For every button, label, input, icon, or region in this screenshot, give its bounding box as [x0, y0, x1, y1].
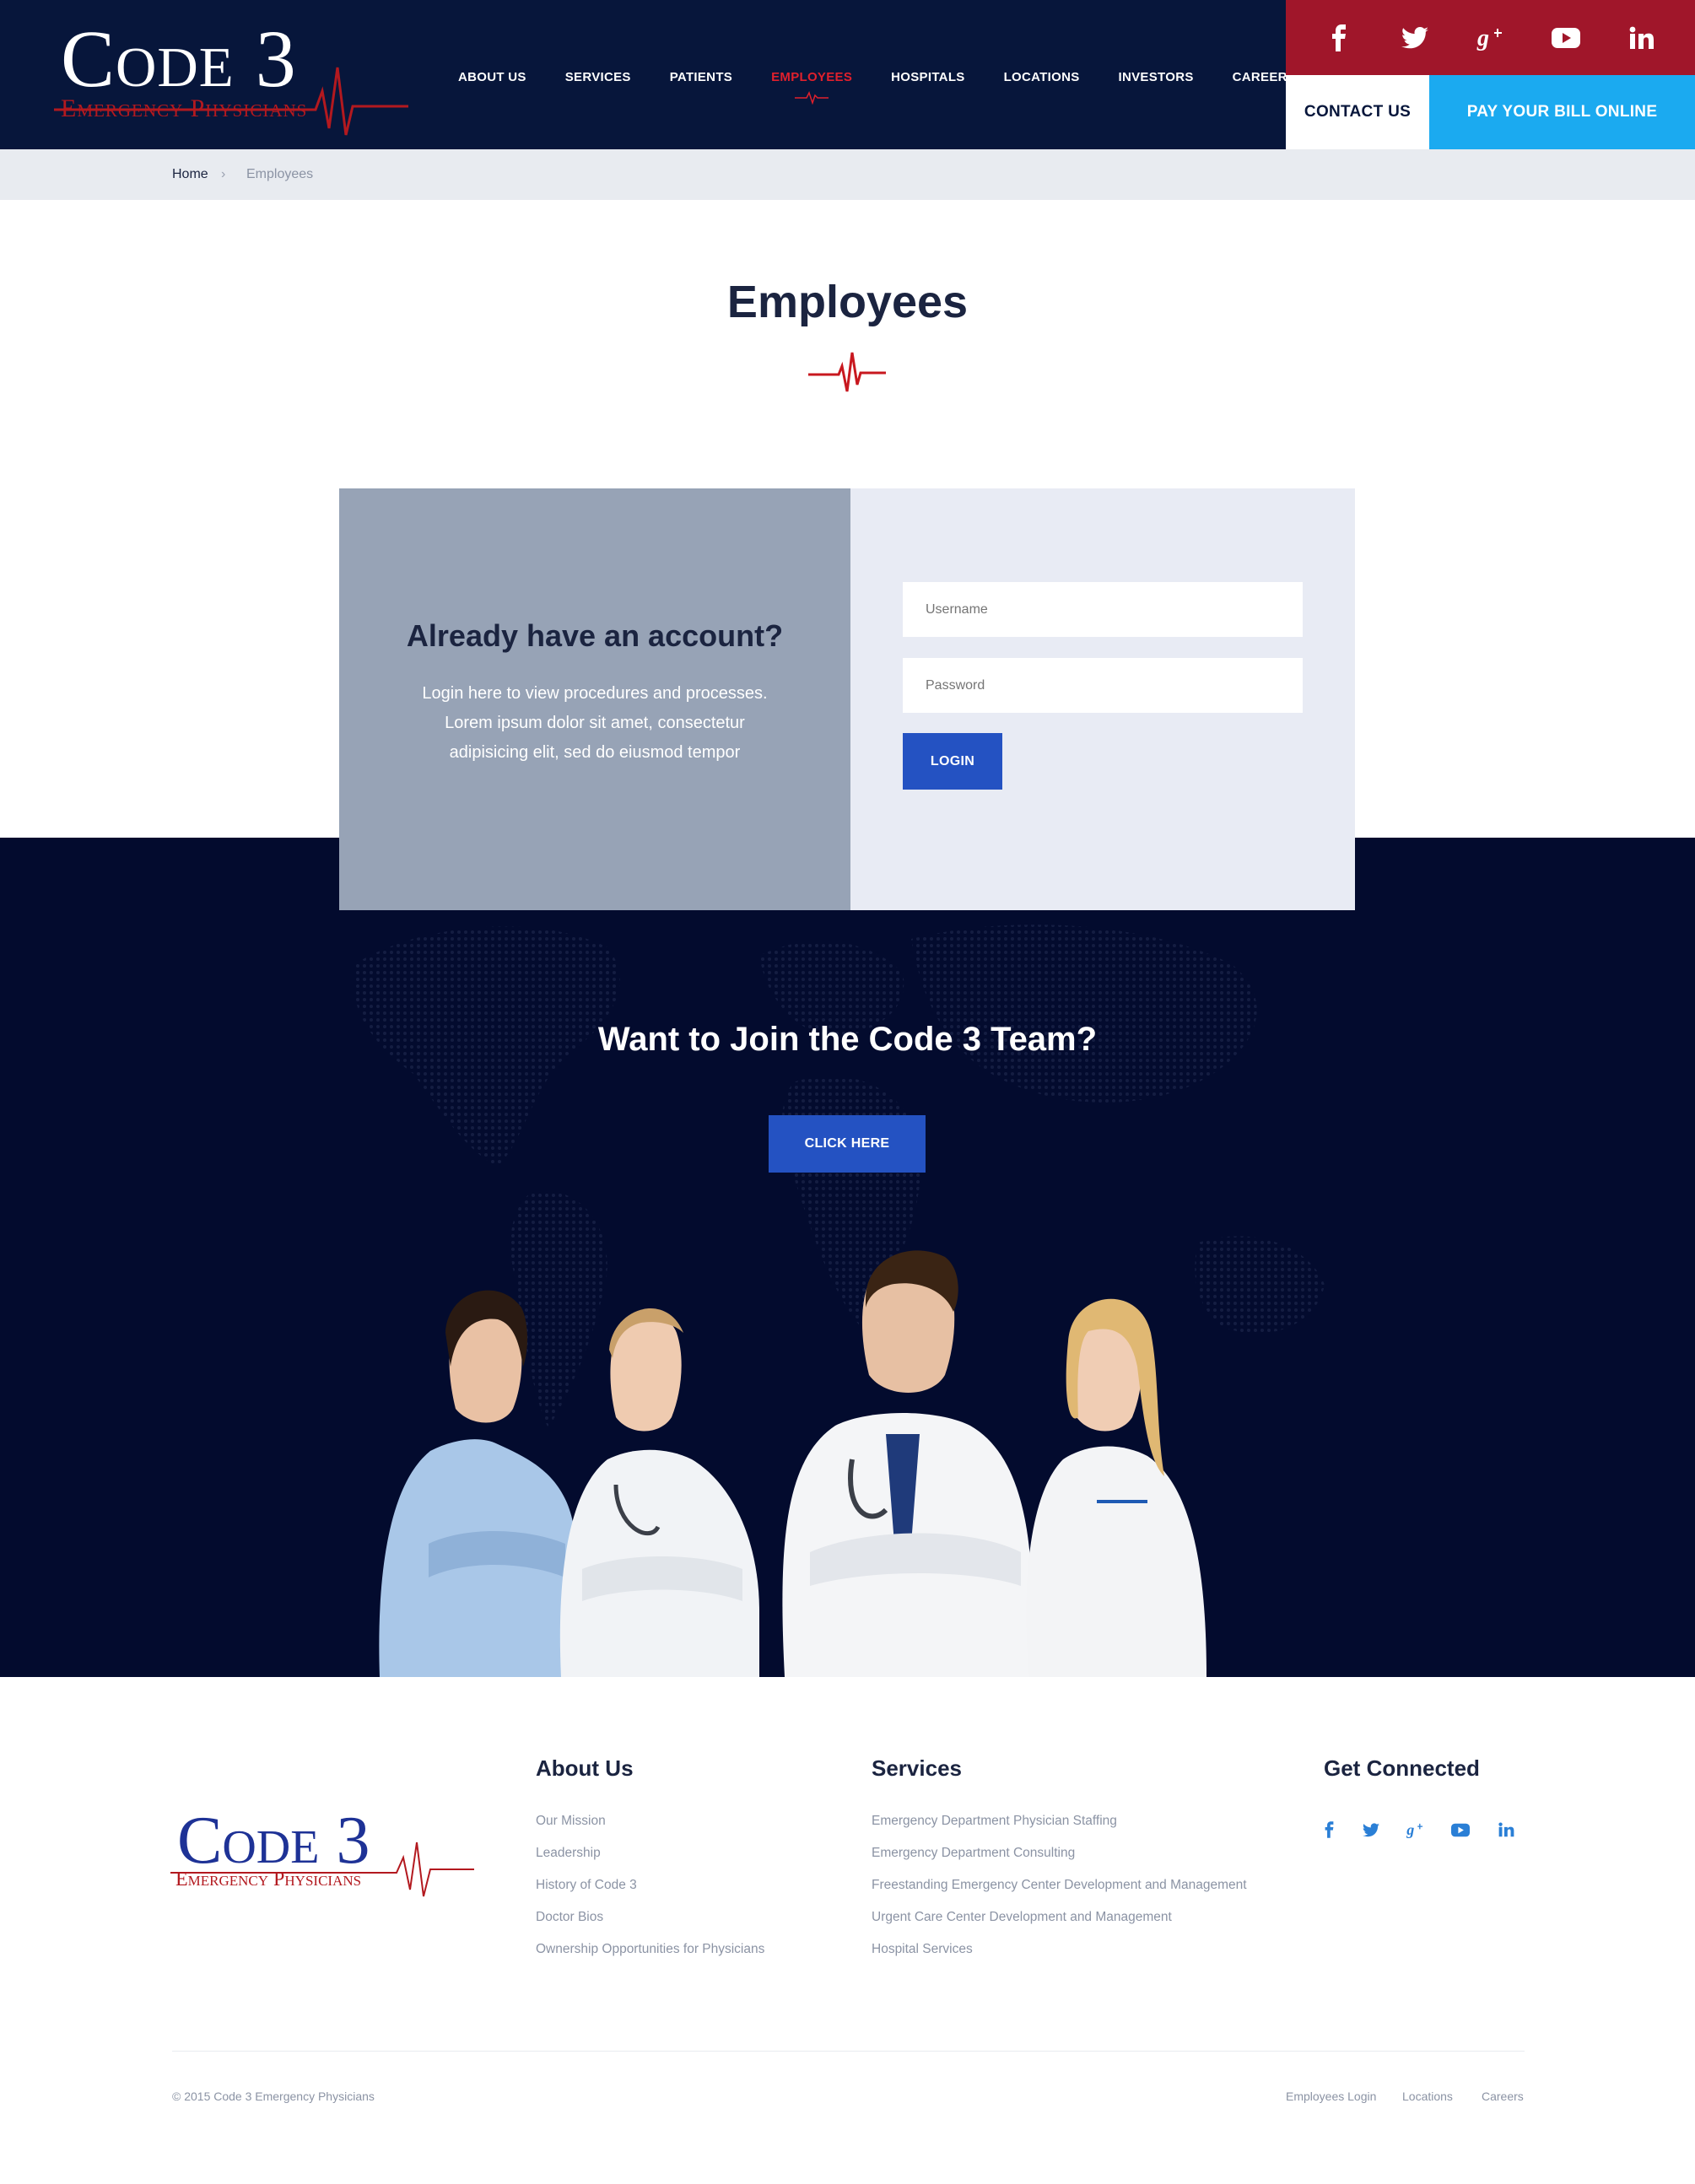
footer-link-ownership[interactable]: Ownership Opportunities for Physicians: [536, 1940, 764, 1959]
footer-google-plus-icon[interactable]: g: [1402, 1817, 1428, 1842]
title-ecg-divider-icon: [808, 352, 886, 392]
facebook-icon[interactable]: [1316, 15, 1362, 61]
footer-link-hospital-services[interactable]: Hospital Services: [872, 1940, 973, 1959]
login-button[interactable]: LOGIN: [903, 733, 1002, 790]
nav-item-investors[interactable]: INVESTORS: [1099, 61, 1213, 94]
breadcrumb-separator-icon: ›: [221, 167, 226, 181]
click-here-button[interactable]: CLICK HERE: [769, 1115, 926, 1173]
footer-link-doctor-bios[interactable]: Doctor Bios: [536, 1908, 603, 1927]
page: Code 3 Emergency Physicians ABOUT US SER…: [0, 0, 1695, 2184]
svg-text:g: g: [1476, 25, 1489, 51]
nav-item-employees-label: EMPLOYEES: [771, 70, 853, 84]
footer-connected-title: Get Connected: [1324, 1755, 1480, 1781]
breadcrumb: Home › Employees: [0, 149, 1695, 200]
login-form-panel: LOGIN: [850, 488, 1355, 910]
nav-item-about-us[interactable]: ABOUT US: [439, 61, 546, 94]
footer-linkedin-icon[interactable]: [1493, 1817, 1519, 1842]
footer-link-urgent-care[interactable]: Urgent Care Center Development and Manag…: [872, 1908, 1172, 1927]
footer-youtube-icon[interactable]: [1448, 1817, 1473, 1842]
header-social-bar: g: [1286, 0, 1695, 75]
breadcrumb-current: Employees: [246, 167, 314, 181]
pay-bill-online-button[interactable]: PAY YOUR BILL ONLINE: [1429, 75, 1695, 149]
doctor-figure-2: [559, 1308, 759, 1677]
footer-about-title: About Us: [536, 1755, 634, 1781]
login-description: Login here to view procedures and proces…: [422, 684, 768, 762]
footer-logo-title: Code 3: [177, 1804, 370, 1878]
contact-us-button[interactable]: CONTACT US: [1286, 75, 1429, 149]
doctor-figure-4: [1026, 1298, 1206, 1677]
footer-link-history[interactable]: History of Code 3: [536, 1876, 637, 1895]
youtube-icon[interactable]: [1543, 15, 1589, 61]
nav-item-patients[interactable]: PATIENTS: [650, 61, 752, 94]
footer-bottom-link-careers[interactable]: Careers: [1482, 2088, 1524, 2105]
logo-title: Code 3: [61, 13, 297, 104]
login-info-panel: Already have an account? Login here to v…: [339, 488, 850, 910]
footer-logo[interactable]: Code 3 Emergency Physicians: [170, 1805, 474, 1898]
footer-link-freestanding[interactable]: Freestanding Emergency Center Developmen…: [872, 1876, 1247, 1895]
footer-link-our-mission[interactable]: Our Mission: [536, 1812, 606, 1831]
footer-logo-subtitle: Emergency Physicians: [175, 1869, 362, 1890]
breadcrumb-home-link[interactable]: Home: [172, 149, 208, 200]
nav-item-hospitals[interactable]: HOSPITALS: [872, 61, 984, 94]
twitter-icon[interactable]: [1392, 15, 1438, 61]
footer-twitter-icon[interactable]: [1358, 1817, 1384, 1842]
nav-item-employees[interactable]: EMPLOYEES: [752, 61, 872, 105]
medical-team-photo: [379, 1250, 1206, 1677]
doctor-figure-3: [782, 1250, 1033, 1677]
site-logo[interactable]: Code 3 Emergency Physicians: [54, 13, 408, 136]
login-heading: Already have an account?: [406, 618, 784, 653]
footer-link-physician-staffing[interactable]: Emergency Department Physician Staffing: [872, 1812, 1117, 1831]
footer-link-leadership[interactable]: Leadership: [536, 1844, 601, 1863]
page-title: Employees: [726, 277, 969, 327]
svg-text:g: g: [1406, 1821, 1414, 1838]
join-team-title: Want to Join the Code 3 Team?: [597, 1021, 1098, 1058]
footer-bottom-link-employees-login[interactable]: Employees Login: [1286, 2088, 1376, 2105]
logo-subtitle: Emergency Physicians: [61, 94, 308, 122]
footer-services-title: Services: [872, 1755, 962, 1781]
nav-active-ecg-icon: [795, 91, 829, 105]
google-plus-icon[interactable]: g: [1467, 15, 1513, 61]
footer-bottom-link-locations[interactable]: Locations: [1402, 2088, 1453, 2105]
username-input[interactable]: [903, 582, 1303, 637]
linkedin-icon[interactable]: [1619, 15, 1665, 61]
password-input[interactable]: [903, 658, 1303, 713]
footer-link-consulting[interactable]: Emergency Department Consulting: [872, 1844, 1075, 1863]
site-header: Code 3 Emergency Physicians ABOUT US SER…: [0, 0, 1695, 149]
nav-item-locations[interactable]: LOCATIONS: [985, 61, 1099, 94]
nav-item-services[interactable]: SERVICES: [546, 61, 650, 94]
doctor-figure-1: [379, 1290, 580, 1677]
main-nav: ABOUT US SERVICES PATIENTS EMPLOYEES HOS…: [439, 61, 1315, 105]
copyright-text: © 2015 Code 3 Emergency Physicians: [172, 2090, 375, 2103]
footer-divider: [172, 2051, 1525, 2052]
footer-facebook-icon[interactable]: [1316, 1817, 1341, 1842]
